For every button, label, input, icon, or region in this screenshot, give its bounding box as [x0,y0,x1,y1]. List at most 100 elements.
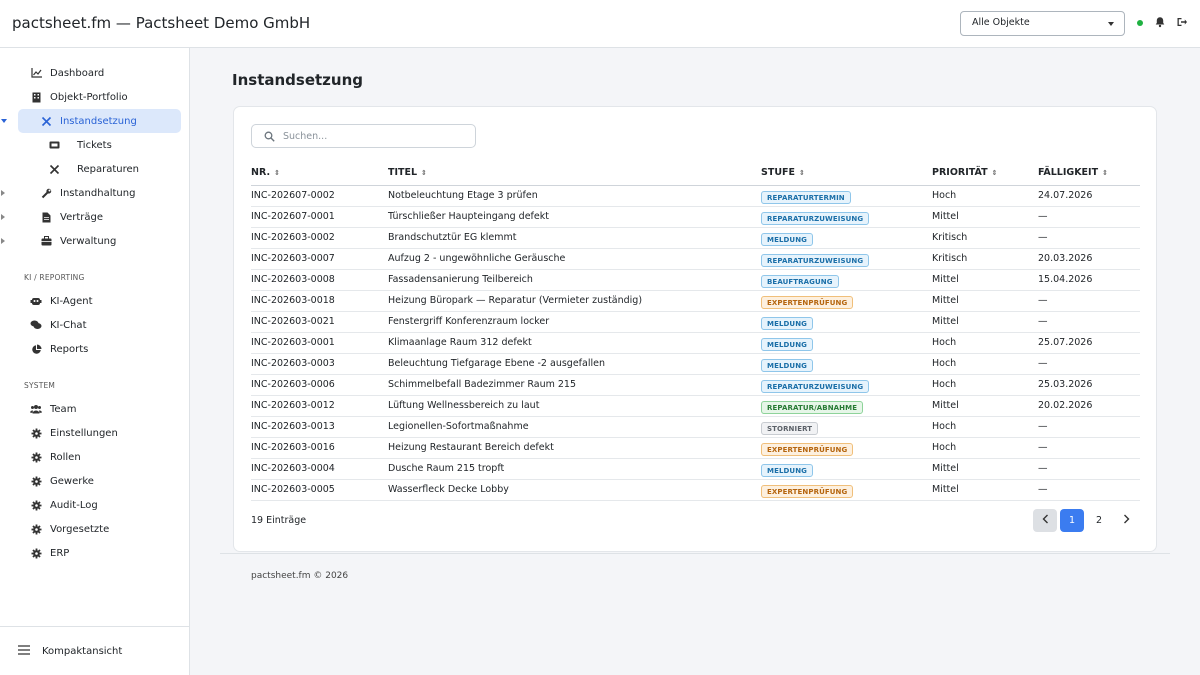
column-header-titel[interactable]: TITEL ⇕ [388,167,427,178]
sidebar-item-label: Instandhaltung [60,187,136,199]
sidebar-item-reparaturen[interactable]: Reparaturen [18,157,181,181]
sidebar-item-objekt-portfolio[interactable]: Objekt-Portfolio [18,85,181,109]
expand-right-icon[interactable] [1,214,5,220]
table-row[interactable]: INC-202603-0002 Brandschutztür EG klemmt M… [251,228,1140,249]
status-badge: REPARATURTERMIN [761,191,851,204]
pagination-next-button[interactable] [1114,509,1138,532]
cell-priority: Hoch [932,379,957,390]
cell-stage: REPARATURTERMIN [761,191,851,204]
compact-view-label: Kompaktansicht [42,645,123,657]
sidebar-item-instandhaltung[interactable]: Instandhaltung [18,181,181,205]
cell-nr: INC-202603-0016 [251,442,335,453]
status-badge: MELDUNG [761,233,814,246]
status-badge: MELDUNG [761,464,814,477]
building-icon [30,91,42,103]
pie-chart-icon [30,343,42,355]
table-row[interactable]: INC-202603-0004 Dusche Raum 215 tropft MEL… [251,459,1140,480]
sidebar-item-label: Reparaturen [77,163,140,175]
object-select[interactable]: Alle Objekte [960,11,1125,36]
compact-view-toggle[interactable]: Kompaktansicht [0,626,189,675]
column-header-nr[interactable]: NR. ⇕ [251,167,280,178]
sidebar-item-dashboard[interactable]: Dashboard [18,61,181,85]
cell-stage: EXPERTENPRÜFUNG [761,443,854,456]
table-row[interactable]: INC-202603-0007 Aufzug 2 - ungewöhnliche … [251,249,1140,270]
status-badge: EXPERTENPRÜFUNG [761,485,854,498]
sidebar-item-label: KI-Chat [50,319,87,331]
expand-right-icon[interactable] [1,190,5,196]
sidebar-item-label: Rollen [50,451,81,463]
chevron-right-icon [1123,514,1130,527]
column-header-faelligkeit[interactable]: FÄLLIGKEIT ⇕ [1038,167,1108,178]
status-badge: REPARATUR/ABNAHME [761,401,864,414]
sidebar-item-einstellungen[interactable]: Einstellungen [18,421,181,445]
table-row[interactable]: INC-202603-0003 Beleuchtung Tiefgarage Eb… [251,354,1140,375]
table-row[interactable]: INC-202603-0013 Legionellen-Sofortmaßnahm… [251,417,1140,438]
cell-title: Fassadensanierung Teilbereich [388,274,533,285]
chart-line-icon [30,67,42,79]
cell-due: 20.03.2026 [1038,253,1093,264]
sidebar-item-team[interactable]: Team [18,397,181,421]
sidebar-item-ki-chat[interactable]: KI-Chat [18,313,181,337]
sidebar-item-ki-agent[interactable]: KI-Agent [18,289,181,313]
ticket-icon [48,139,60,151]
cell-due: — [1038,316,1048,327]
table-row[interactable]: INC-202603-0006 Schimmelbefall Badezimmer… [251,375,1140,396]
sidebar-item-rollen[interactable]: Rollen [18,445,181,469]
table-row[interactable]: INC-202603-0001 Klimaanlage Raum 312 defe… [251,333,1140,354]
cell-stage: REPARATURZUWEISUNG [761,212,870,225]
sort-icon: ⇕ [421,169,427,177]
search-input[interactable]: Suchen... [251,124,476,148]
briefcase-icon [40,235,52,247]
sidebar-item-vertraege[interactable]: Verträge [18,205,181,229]
cell-title: Türschließer Haupteingang defekt [388,211,549,222]
table-row[interactable]: INC-202603-0021 Fenstergriff Konferenzrau… [251,312,1140,333]
cell-title: Schimmelbefall Badezimmer Raum 215 [388,379,577,390]
status-badge: MELDUNG [761,317,814,330]
cell-nr: INC-202603-0013 [251,421,335,432]
cell-title: Notbeleuchtung Etage 3 prüfen [388,190,538,201]
table-row[interactable]: INC-202607-0001 Türschließer Haupteingang… [251,207,1140,228]
pagination-prev-button[interactable] [1033,509,1057,532]
sidebar-item-gewerke[interactable]: Gewerke [18,469,181,493]
bell-icon[interactable] [1154,16,1166,28]
pagination-page-2[interactable]: 2 [1087,509,1111,532]
table-row[interactable]: INC-202603-0018 Heizung Büropark — Repara… [251,291,1140,312]
sidebar-item-audit-log[interactable]: Audit-Log [18,493,181,517]
logout-icon[interactable] [1176,16,1188,28]
file-icon [40,211,52,223]
table-row[interactable]: INC-202603-0005 Wasserfleck Decke Lobby EX… [251,480,1140,501]
cell-nr: INC-202603-0001 [251,337,335,348]
status-badge: MELDUNG [761,359,814,372]
table-row[interactable]: INC-202607-0002 Notbeleuchtung Etage 3 pr… [251,186,1140,207]
gear-icon [30,523,42,535]
sidebar-item-label: Vorgesetzte [50,523,110,535]
expand-down-icon[interactable] [1,119,7,123]
cell-stage: MELDUNG [761,338,814,351]
sidebar-item-instandsetzung[interactable]: Instandsetzung [18,109,181,133]
column-header-stufe[interactable]: STUFE ⇕ [761,167,805,178]
sidebar-item-verwaltung[interactable]: Verwaltung [18,229,181,253]
entries-count: 19 Einträge [251,515,307,526]
table-row[interactable]: INC-202603-0012 Lüftung Wellnessbereich z… [251,396,1140,417]
page-title: Instandsetzung [232,71,363,89]
sidebar-item-reports[interactable]: Reports [18,337,181,361]
sidebar-item-erp[interactable]: ERP [18,541,181,565]
cell-stage: MELDUNG [761,317,814,330]
cell-priority: Mittel [932,463,959,474]
table-row[interactable]: INC-202603-0008 Fassadensanierung Teilber… [251,270,1140,291]
cell-stage: EXPERTENPRÜFUNG [761,296,854,309]
column-header-prioritaet[interactable]: PRIORITÄT ⇕ [932,167,997,178]
sidebar-item-label: Tickets [77,139,112,151]
sidebar-item-vorgesetzte[interactable]: Vorgesetzte [18,517,181,541]
expand-right-icon[interactable] [1,238,5,244]
pagination-page-1[interactable]: 1 [1060,509,1084,532]
section-label-ki: KI / REPORTING [24,273,85,282]
object-select-value: Alle Objekte [972,17,1030,28]
table-row[interactable]: INC-202603-0016 Heizung Restaurant Bereic… [251,438,1140,459]
sidebar-item-tickets[interactable]: Tickets [18,133,181,157]
sidebar-item-label: Objekt-Portfolio [50,91,128,103]
comments-icon [30,319,42,331]
cell-priority: Mittel [932,400,959,411]
sort-icon: ⇕ [274,169,280,177]
cell-nr: INC-202603-0007 [251,253,335,264]
